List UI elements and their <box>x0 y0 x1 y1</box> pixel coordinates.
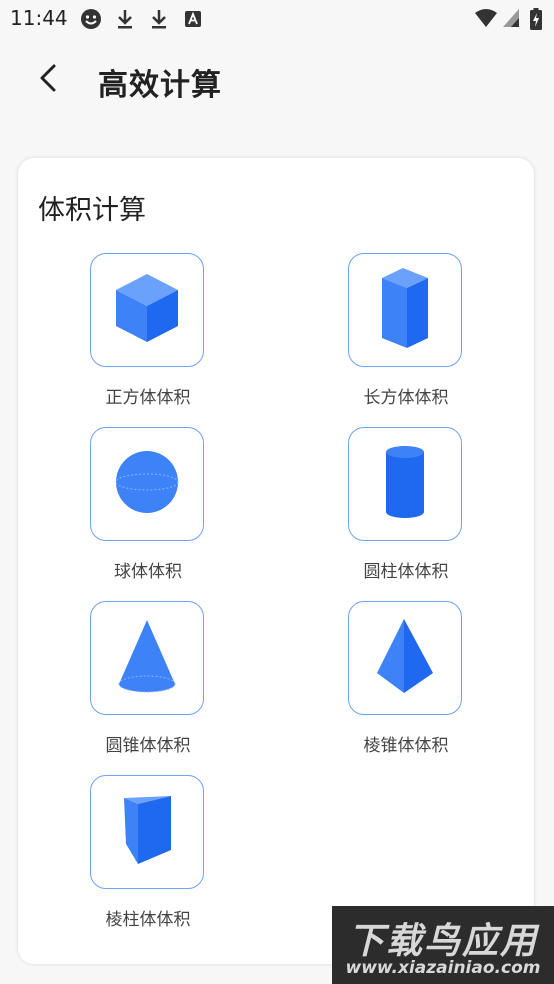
back-arrow-icon <box>38 63 58 97</box>
tile-icon-box <box>90 427 204 541</box>
app-bar: 高效计算 <box>0 48 554 112</box>
tile-label: 圆柱体体积 <box>363 562 449 582</box>
cone-icon <box>116 618 178 698</box>
page-title: 高效计算 <box>98 68 222 103</box>
watermark-logo: 下载鸟应用 www.xiazainiao.com <box>332 906 554 984</box>
download-icon <box>149 8 169 34</box>
tile-label: 棱锥体体积 <box>363 736 449 756</box>
status-bar: 11:44 <box>0 0 554 38</box>
tile-cylinder-volume[interactable]: 圆柱体体积 <box>326 427 486 587</box>
wifi-icon <box>474 8 498 32</box>
cylinder-icon <box>383 444 427 524</box>
face-icon <box>80 8 102 34</box>
tile-label: 棱柱体体积 <box>105 910 191 930</box>
tile-icon-box <box>90 775 204 889</box>
battery-charging-icon <box>530 8 542 34</box>
watermark-title: 下载鸟应用 <box>347 921 538 962</box>
volume-calc-card: 体积计算 正方体体积 长方体体积 球体体积 圆柱体体积 圆锥体体积 棱锥体体积 … <box>18 158 534 964</box>
tile-icon-box <box>348 427 462 541</box>
tile-icon-box <box>348 253 462 367</box>
cube-icon <box>112 270 182 350</box>
prism-icon <box>121 794 173 870</box>
watermark-url: www.xiazainiao.com <box>345 958 541 978</box>
card-title: 体积计算 <box>38 195 146 226</box>
tile-pyramid-volume[interactable]: 棱锥体体积 <box>326 601 486 761</box>
tile-cuboid-volume[interactable]: 长方体体积 <box>326 253 486 413</box>
tile-cube-volume[interactable]: 正方体体积 <box>68 253 228 413</box>
tile-prism-volume[interactable]: 棱柱体体积 <box>68 775 228 935</box>
tile-icon-box <box>90 253 204 367</box>
tile-cone-volume[interactable]: 圆锥体体积 <box>68 601 228 761</box>
tile-label: 正方体体积 <box>105 388 191 408</box>
cuboid-icon <box>378 266 432 354</box>
tile-sphere-volume[interactable]: 球体体积 <box>68 427 228 587</box>
back-button[interactable] <box>30 62 66 98</box>
signal-icon <box>502 8 520 32</box>
pyramid-icon <box>375 617 435 699</box>
tile-icon-box <box>348 601 462 715</box>
tile-label: 长方体体积 <box>363 388 449 408</box>
download-icon <box>115 8 135 34</box>
tile-icon-box <box>90 601 204 715</box>
app-notification-icon <box>184 10 202 32</box>
sphere-icon <box>114 449 180 519</box>
tile-label: 球体体积 <box>114 562 182 582</box>
tile-label: 圆锥体体积 <box>105 736 191 756</box>
status-time: 11:44 <box>10 6 68 30</box>
